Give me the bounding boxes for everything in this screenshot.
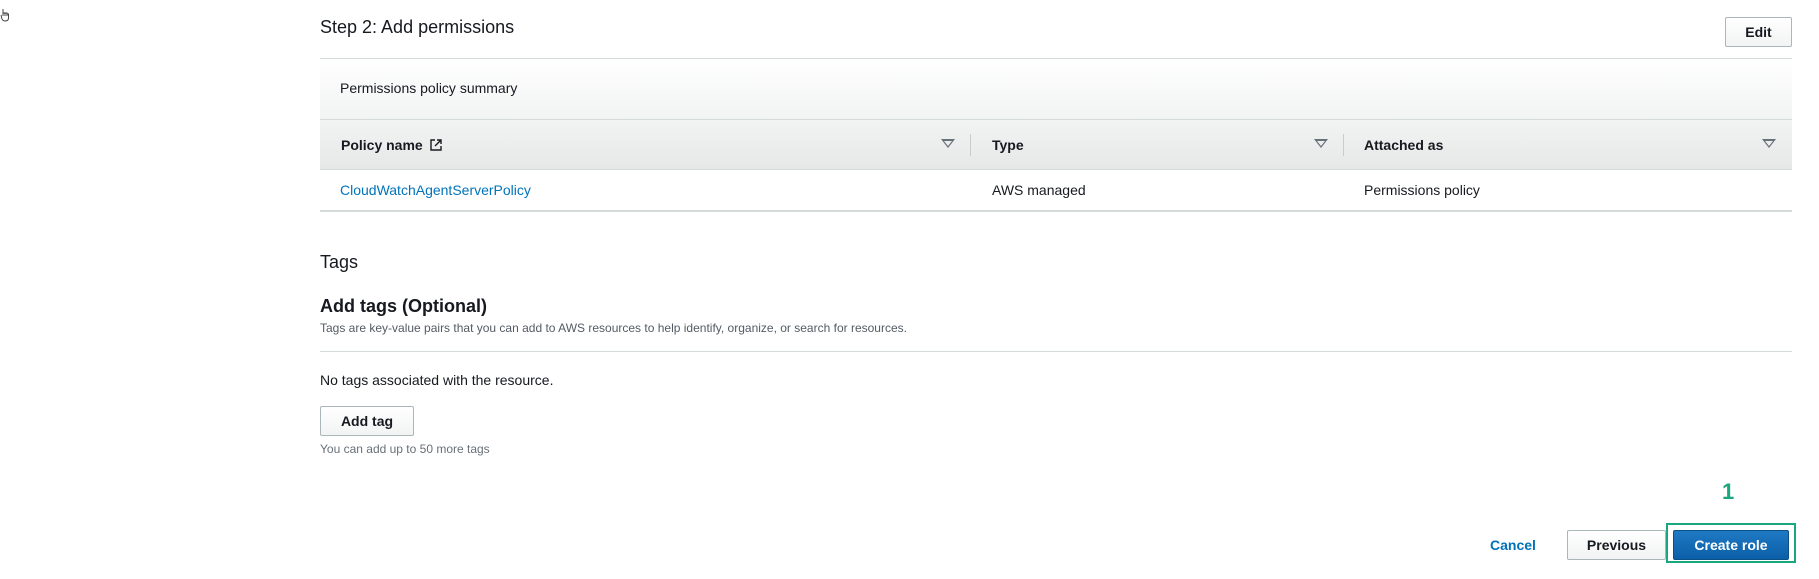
previous-button[interactable]: Previous xyxy=(1567,530,1666,560)
table-header: Policy name Type Attached as xyxy=(320,120,1792,170)
no-tags-message: No tags associated with the resource. xyxy=(320,372,554,388)
step-2-header: Step 2: Add permissions Edit xyxy=(320,0,1792,59)
cancel-button[interactable]: Cancel xyxy=(1490,537,1536,553)
add-tags-title: Add tags (Optional) xyxy=(320,296,487,316)
review-content: Step 2: Add permissions Edit Permissions… xyxy=(320,0,1792,456)
hand-cursor-icon xyxy=(0,9,9,22)
attached-as-cell: Permissions policy xyxy=(1364,182,1480,198)
table-row: CloudWatchAgentServerPolicy AWS managed … xyxy=(320,170,1792,210)
tags-section-title: Tags xyxy=(320,252,359,272)
create-role-button[interactable]: Create role xyxy=(1673,530,1789,560)
column-label: Policy name xyxy=(341,136,423,153)
sort-triangle-icon[interactable] xyxy=(1762,139,1776,148)
policy-name-cell: CloudWatchAgentServerPolicy xyxy=(320,182,971,198)
step-title: Step 2: Add permissions xyxy=(320,17,515,37)
permissions-policy-summary: Permissions policy summary Policy name T… xyxy=(320,59,1792,212)
column-header-attached-as[interactable]: Attached as xyxy=(1344,120,1792,169)
policy-type-cell: AWS managed xyxy=(992,182,1086,198)
page: Step 2: Add permissions Edit Permissions… xyxy=(0,0,1819,579)
column-header-policy-name[interactable]: Policy name xyxy=(320,120,971,169)
tags-limit-hint: You can add up to 50 more tags xyxy=(320,442,490,456)
external-link-icon xyxy=(430,138,442,151)
column-label: Type xyxy=(992,136,1024,153)
annotation-step-number: 1 xyxy=(1722,479,1735,504)
sort-triangle-icon[interactable] xyxy=(941,139,955,148)
sort-triangle-icon[interactable] xyxy=(1314,139,1328,148)
panel-heading: Permissions policy summary xyxy=(320,59,1792,120)
edit-button[interactable]: Edit xyxy=(1725,17,1792,47)
policy-name-link[interactable]: CloudWatchAgentServerPolicy xyxy=(340,182,531,198)
add-tag-button[interactable]: Add tag xyxy=(320,406,414,436)
tags-description: Tags are key-value pairs that you can ad… xyxy=(320,321,1792,352)
column-label: Attached as xyxy=(1364,136,1444,153)
column-header-type[interactable]: Type xyxy=(971,120,1344,169)
